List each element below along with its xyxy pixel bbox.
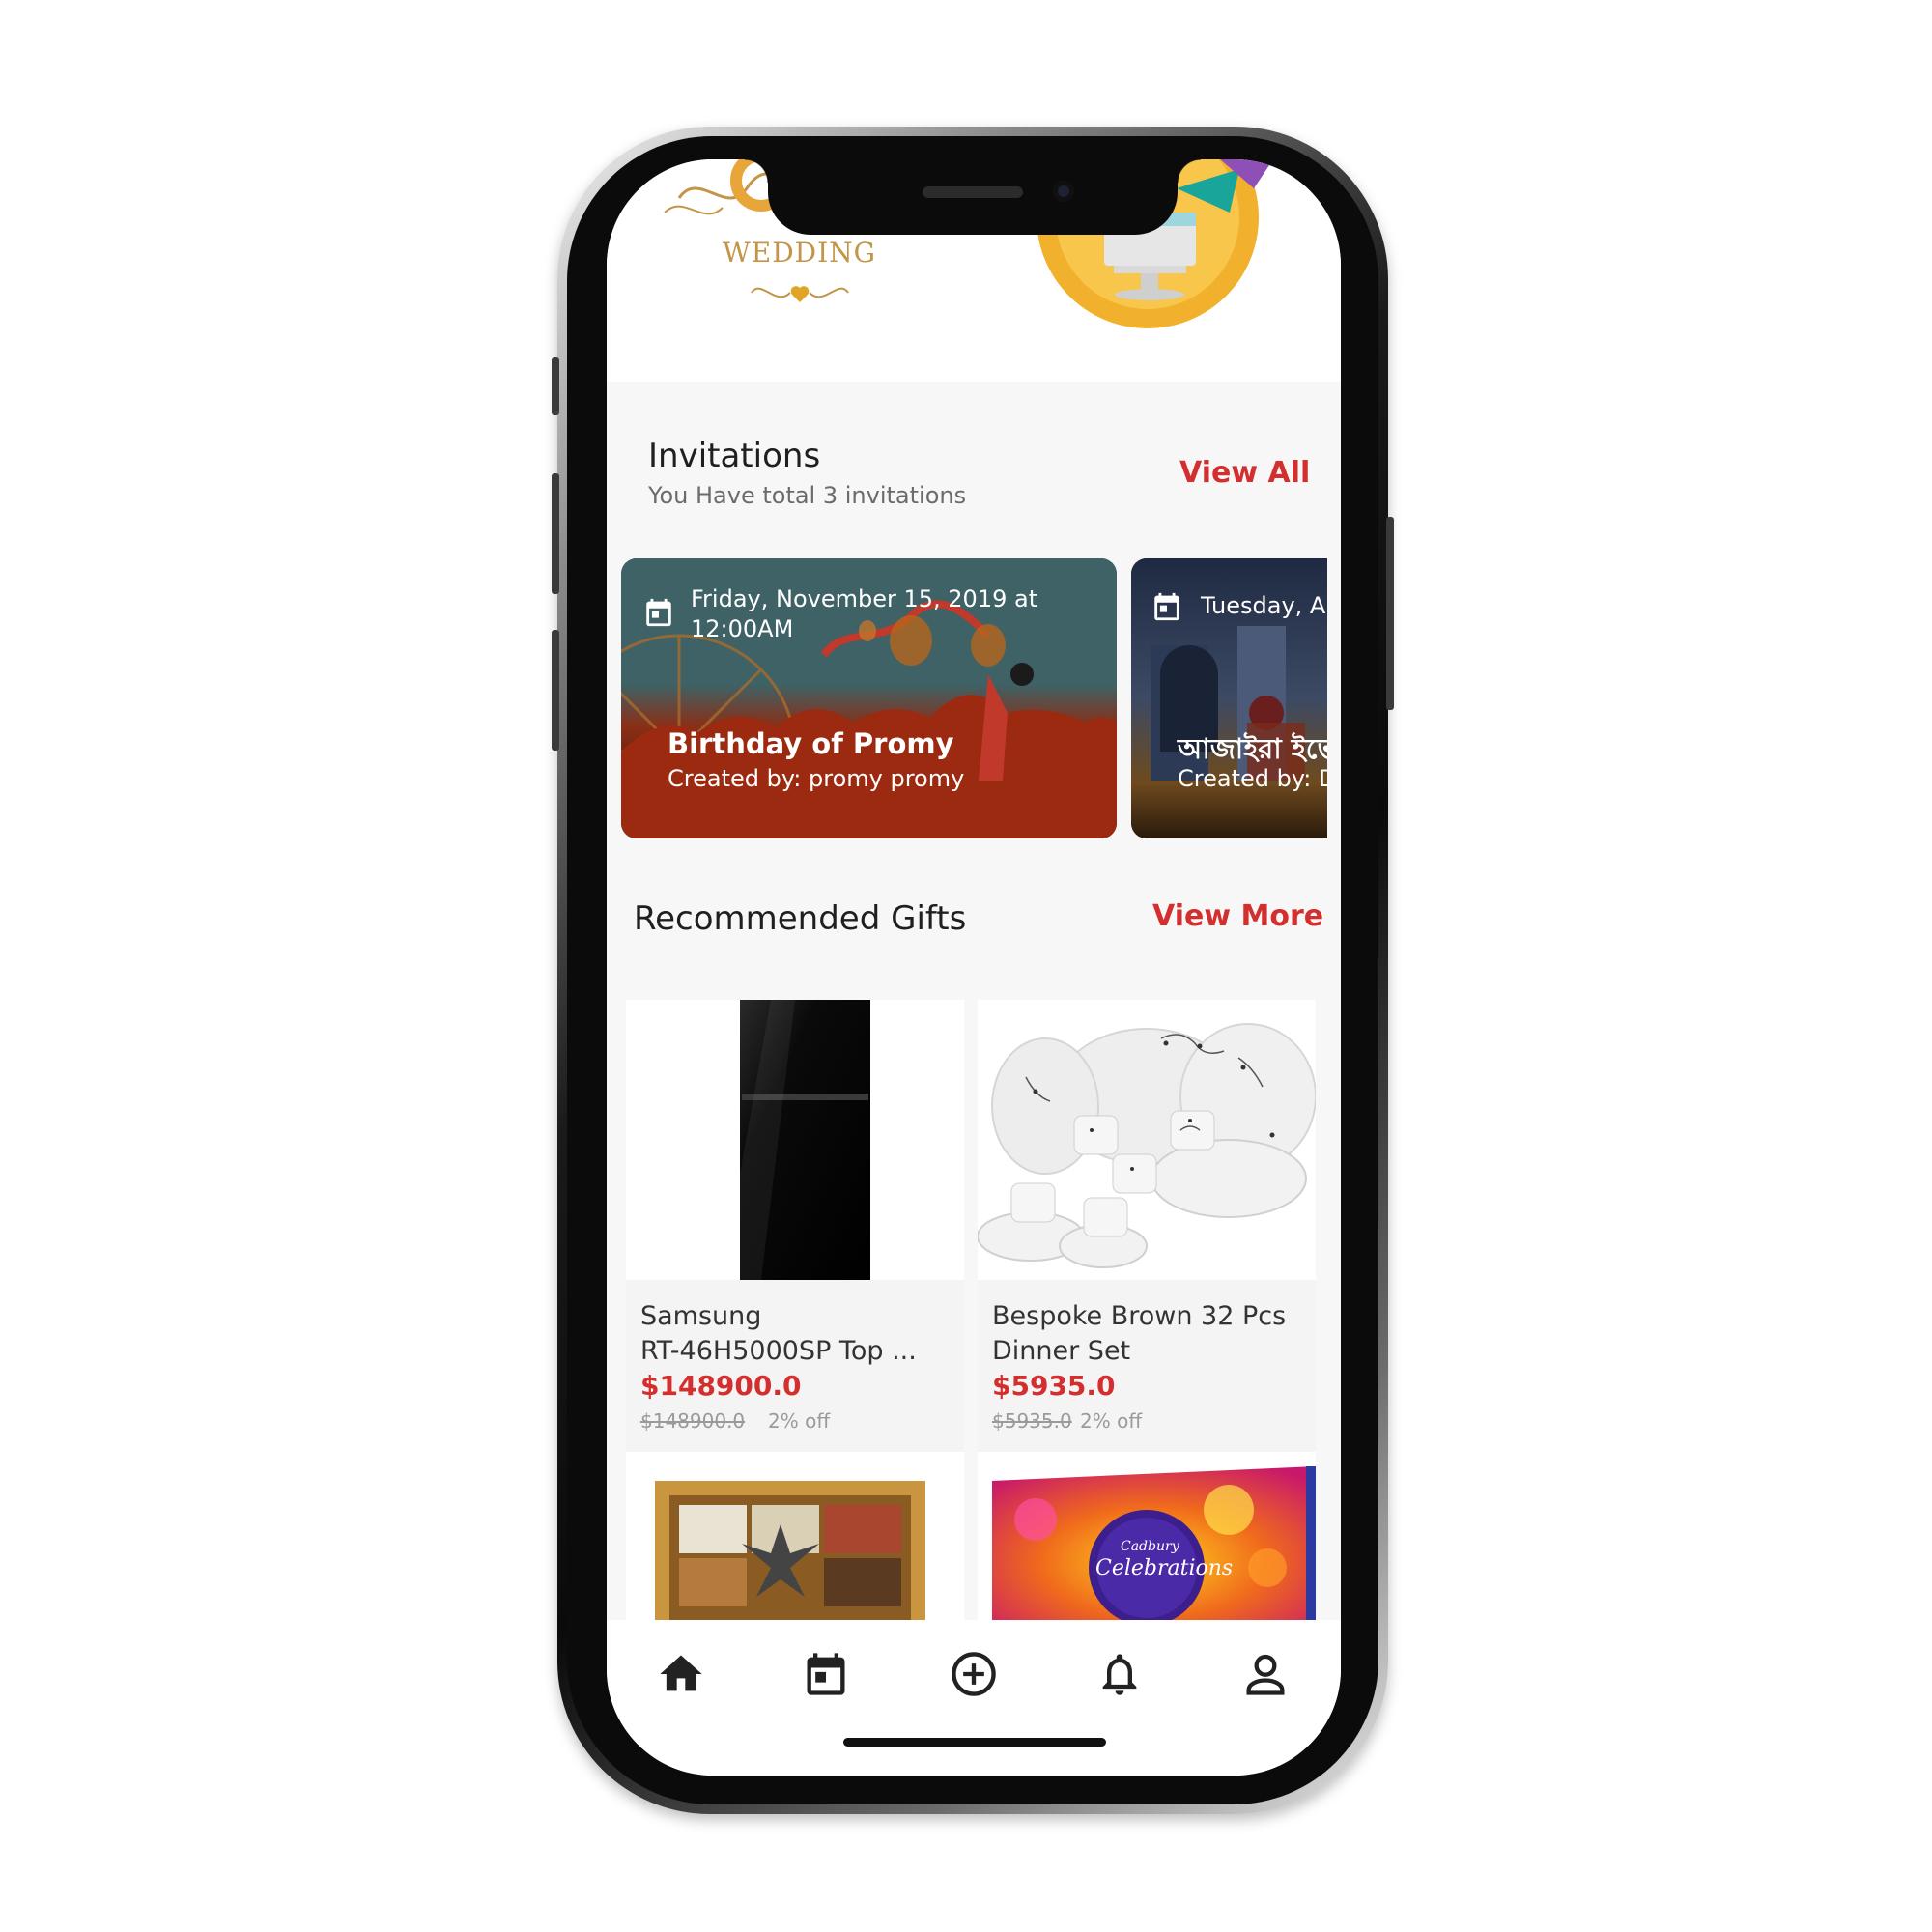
gift-name-line2: Dinner Set	[992, 1336, 1131, 1366]
app-screen: WEDDING Invitations You Have total 3 inv…	[607, 159, 1341, 1776]
invitations-title: Invitations	[648, 437, 821, 475]
refrigerator-image	[740, 1000, 870, 1280]
invitation-creator: Created by: promy promy	[668, 765, 965, 792]
chocolate-product-label: Celebrations	[1095, 1556, 1234, 1580]
gift-image	[626, 1452, 964, 1626]
invitation-card[interactable]: Tuesday, A আজাইরা ইভে Created by: D	[1131, 558, 1327, 838]
invitation-card[interactable]: Friday, November 15, 2019 at 12:00AM Bir…	[621, 558, 1117, 838]
home-indicator[interactable]	[843, 1738, 1106, 1747]
recommended-gifts-title: Recommended Gifts	[634, 899, 967, 938]
calendar-icon	[1154, 592, 1179, 621]
phone-notch	[745, 159, 1201, 235]
gift-card[interactable]: Samsung RT-46H5000SP Top ... $148900.0 $…	[626, 1000, 964, 1454]
earpiece-speaker	[923, 186, 1023, 198]
volume-up-button	[552, 473, 559, 594]
invitation-creator: Created by: D	[1178, 765, 1327, 792]
wedding-label: WEDDING	[723, 237, 877, 269]
gift-image	[626, 1000, 964, 1280]
invitation-date: Friday, November 15, 2019 at 12:00AM	[691, 584, 1037, 644]
gift-card[interactable]: Bespoke Brown 32 Pcs Dinner Set $5935.0 …	[978, 1000, 1316, 1454]
heart-flourish-icon	[751, 286, 849, 302]
gift-image	[978, 1000, 1316, 1280]
gift-discount: 2% off	[768, 1409, 831, 1433]
invitation-date-line1: Friday, November 15, 2019 at	[691, 585, 1038, 612]
gift-card[interactable]: Cadbury Celebrations	[978, 1452, 1316, 1626]
gift-discount: 2% off	[1080, 1409, 1143, 1433]
gift-card[interactable]	[626, 1452, 964, 1626]
dinner-set-image	[978, 1023, 1316, 1268]
gift-original-price: $148900.0	[640, 1409, 746, 1433]
gift-name: Bespoke Brown 32 Pcs Dinner Set	[992, 1299, 1311, 1369]
silent-switch	[552, 357, 559, 415]
invitation-date-line2: 12:00AM	[691, 615, 794, 642]
gift-hamper-image	[655, 1481, 925, 1626]
invitation-date: Tuesday, A	[1201, 592, 1326, 619]
view-all-invitations-link[interactable]: View All	[1179, 456, 1310, 490]
chocolate-brand-label: Cadbury	[1121, 1539, 1179, 1554]
gift-price: $5935.0	[992, 1370, 1116, 1402]
calendar-icon[interactable]	[801, 1649, 851, 1699]
gift-price: $148900.0	[640, 1370, 802, 1402]
volume-down-button	[552, 630, 559, 751]
gift-name-line1: Samsung	[640, 1301, 762, 1331]
calendar-icon	[646, 598, 671, 627]
view-more-gifts-link[interactable]: View More	[1152, 899, 1323, 933]
bottom-navigation	[607, 1620, 1341, 1776]
gift-name-line1: Bespoke Brown 32 Pcs	[992, 1301, 1287, 1331]
gift-original-price: $5935.0	[992, 1409, 1072, 1433]
gift-name-line2: RT-46H5000SP Top ...	[640, 1336, 917, 1366]
home-icon[interactable]	[656, 1649, 706, 1699]
profile-icon[interactable]	[1240, 1649, 1291, 1699]
add-circle-icon[interactable]	[949, 1649, 999, 1699]
invitations-count: You Have total 3 invitations	[648, 482, 967, 509]
gift-image: Cadbury Celebrations	[978, 1452, 1316, 1626]
invitation-title: Birthday of Promy	[668, 727, 954, 760]
power-button	[1386, 517, 1394, 710]
gift-name: Samsung RT-46H5000SP Top ...	[640, 1299, 959, 1369]
front-camera	[1053, 181, 1074, 202]
bell-icon[interactable]	[1094, 1649, 1145, 1699]
